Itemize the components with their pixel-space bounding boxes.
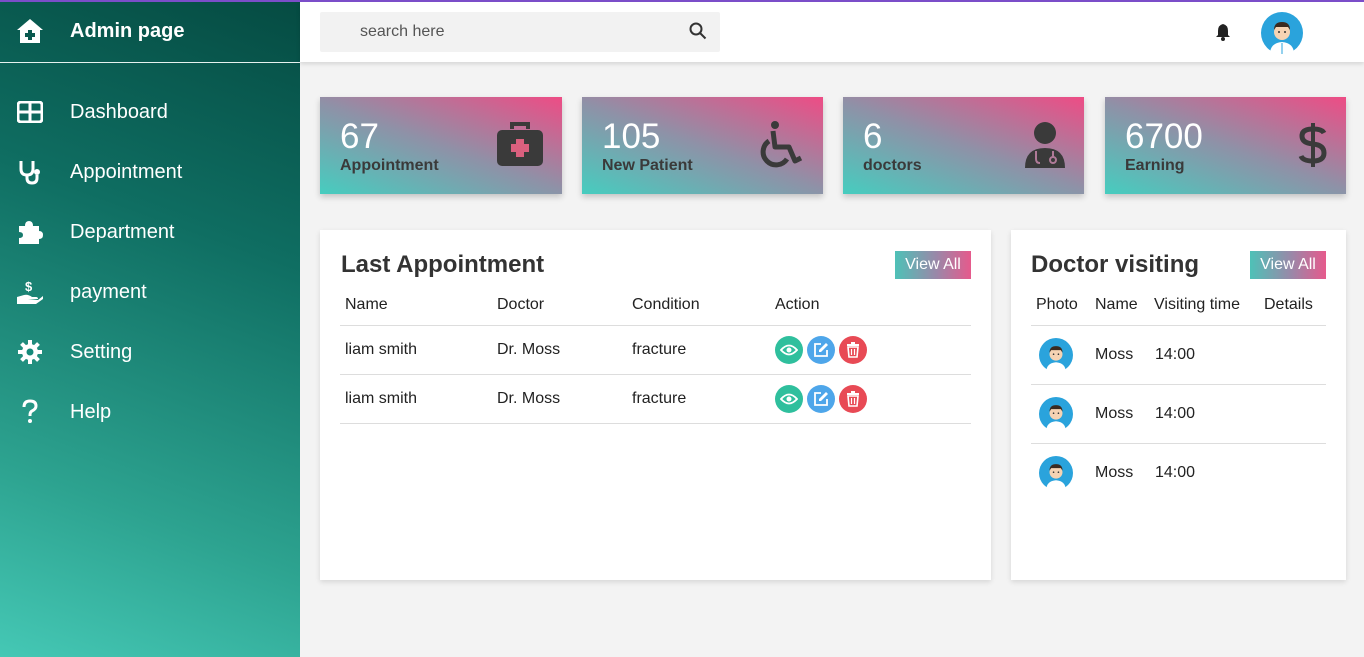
sidebar-item-label: Department: [70, 220, 175, 243]
sidebar-item-department[interactable]: Department: [0, 202, 300, 262]
sidebar-item-setting[interactable]: Setting: [0, 322, 300, 382]
sidebar-item-label: Appointment: [70, 160, 183, 183]
view-eye-icon[interactable]: [775, 335, 803, 364]
photo-cell: [1031, 325, 1090, 385]
doctor-name: Dr. Moss: [492, 325, 627, 375]
sidebar-item-label: Setting: [70, 340, 133, 363]
stat-card-earning[interactable]: 6700 Earning: [1105, 97, 1346, 194]
doctor-visiting-table: Photo Name Visiting time Details Moss 14…: [1031, 286, 1326, 502]
stat-label: New Patient: [602, 157, 693, 174]
top-accent-line: [0, 0, 1364, 2]
photo-cell: [1031, 443, 1090, 502]
column-header: Action: [770, 286, 971, 326]
condition: fracture: [627, 374, 770, 424]
search-box: [320, 12, 720, 52]
action-cell: [770, 325, 971, 375]
sidebar: Admin page Dashboard Appointment Departm…: [0, 0, 300, 657]
sidebar-item-dashboard[interactable]: Dashboard: [0, 82, 300, 142]
sidebar-item-label: payment: [70, 280, 147, 303]
doctor-name: Moss: [1090, 325, 1149, 385]
table-row: Moss 14:00: [1031, 443, 1326, 502]
sidebar-item-label: Dashboard: [70, 100, 168, 123]
table-row: Moss 14:00: [1031, 325, 1326, 385]
condition: fracture: [627, 325, 770, 375]
column-header: Details: [1259, 286, 1326, 326]
wheelchair-icon: [757, 121, 805, 174]
sidebar-nav: Dashboard Appointment Department $ payme…: [0, 82, 300, 442]
column-header: Name: [1090, 286, 1149, 326]
view-all-appointments-button[interactable]: View All: [895, 251, 971, 279]
stat-value: 67: [340, 117, 379, 156]
column-header: Visiting time: [1149, 286, 1259, 326]
stat-card-doctors[interactable]: 6 doctors: [843, 97, 1084, 194]
patient-name: liam smith: [340, 325, 492, 375]
dashboard-icon: [15, 101, 45, 123]
question-icon: [15, 399, 45, 425]
table-row: Moss 14:00: [1031, 384, 1326, 444]
search-icon[interactable]: [689, 22, 707, 45]
hospital-home-icon: [15, 18, 45, 44]
topbar: [300, 2, 1364, 62]
visiting-time: 14:00: [1155, 463, 1196, 481]
delete-trash-icon[interactable]: [839, 384, 867, 413]
panel-title: Last Appointment: [341, 251, 545, 278]
action-cell: [770, 374, 971, 424]
edit-pencil-icon[interactable]: [807, 335, 835, 364]
stat-value: 6700: [1125, 117, 1203, 156]
sidebar-title: Admin page: [70, 19, 185, 42]
stat-value: 105: [602, 117, 661, 156]
view-eye-icon[interactable]: [775, 384, 803, 413]
panel-title: Doctor visiting: [1031, 251, 1200, 278]
details-cell: [1259, 325, 1326, 385]
table-header-row: Name Doctor Condition Action: [340, 286, 971, 326]
table-row: liam smith Dr. Moss fracture: [340, 374, 971, 424]
puzzle-icon: [15, 219, 45, 245]
user-avatar[interactable]: [1261, 12, 1303, 54]
doctor-name: Dr. Moss: [492, 374, 627, 424]
view-all-doctors-button[interactable]: View All: [1250, 251, 1326, 279]
appointments-table: Name Doctor Condition Action liam smith …: [340, 286, 971, 424]
visiting-time: 14:00: [1149, 325, 1259, 385]
column-header: Condition: [627, 286, 770, 326]
table-row: liam smith Dr. Moss fracture: [340, 325, 971, 375]
stat-card-appointment[interactable]: 67 Appointment: [320, 97, 562, 194]
doctor-name: Moss: [1095, 463, 1134, 481]
column-header: Photo: [1031, 286, 1090, 326]
delete-trash-icon[interactable]: [839, 335, 867, 364]
sidebar-item-appointment[interactable]: Appointment: [0, 142, 300, 202]
sidebar-item-help[interactable]: Help: [0, 382, 300, 442]
column-header: Name: [340, 286, 492, 326]
dollar-icon: [1298, 121, 1328, 174]
doctor-avatar: [1039, 337, 1073, 372]
visiting-time: 14:00: [1149, 384, 1259, 444]
column-header: Doctor: [492, 286, 627, 326]
doctor-avatar: [1039, 396, 1073, 431]
stat-label: Appointment: [340, 157, 439, 174]
svg-text:$: $: [25, 279, 33, 294]
edit-pencil-icon[interactable]: [807, 384, 835, 413]
payment-hand-icon: $: [15, 279, 45, 305]
doctor-icon: [1024, 121, 1066, 174]
doctor-name: Moss: [1090, 384, 1149, 444]
doctor-avatar: [1039, 455, 1073, 490]
photo-cell: [1031, 384, 1090, 444]
details-cell: [1259, 384, 1326, 444]
table-header-row: Photo Name Visiting time Details: [1031, 286, 1326, 326]
doctor-visiting-panel: Doctor visiting View All Photo Name Visi…: [1011, 230, 1346, 580]
sidebar-item-label: Help: [70, 400, 112, 423]
notification-bell-icon[interactable]: [1215, 23, 1231, 46]
stat-card-new-patient[interactable]: 105 New Patient: [582, 97, 823, 194]
search-input[interactable]: [320, 12, 720, 52]
stethoscope-icon: [15, 159, 45, 185]
stat-label: doctors: [863, 157, 922, 174]
details-cell: [1259, 443, 1326, 502]
stat-label: Earning: [1125, 157, 1185, 174]
sidebar-item-payment[interactable]: $ payment: [0, 262, 300, 322]
last-appointment-panel: Last Appointment View All Name Doctor Co…: [320, 230, 991, 580]
gear-icon: [15, 339, 45, 365]
patient-name: liam smith: [340, 374, 492, 424]
medkit-icon: [496, 121, 544, 172]
sidebar-brand[interactable]: Admin page: [0, 0, 300, 63]
stat-value: 6: [863, 117, 883, 156]
